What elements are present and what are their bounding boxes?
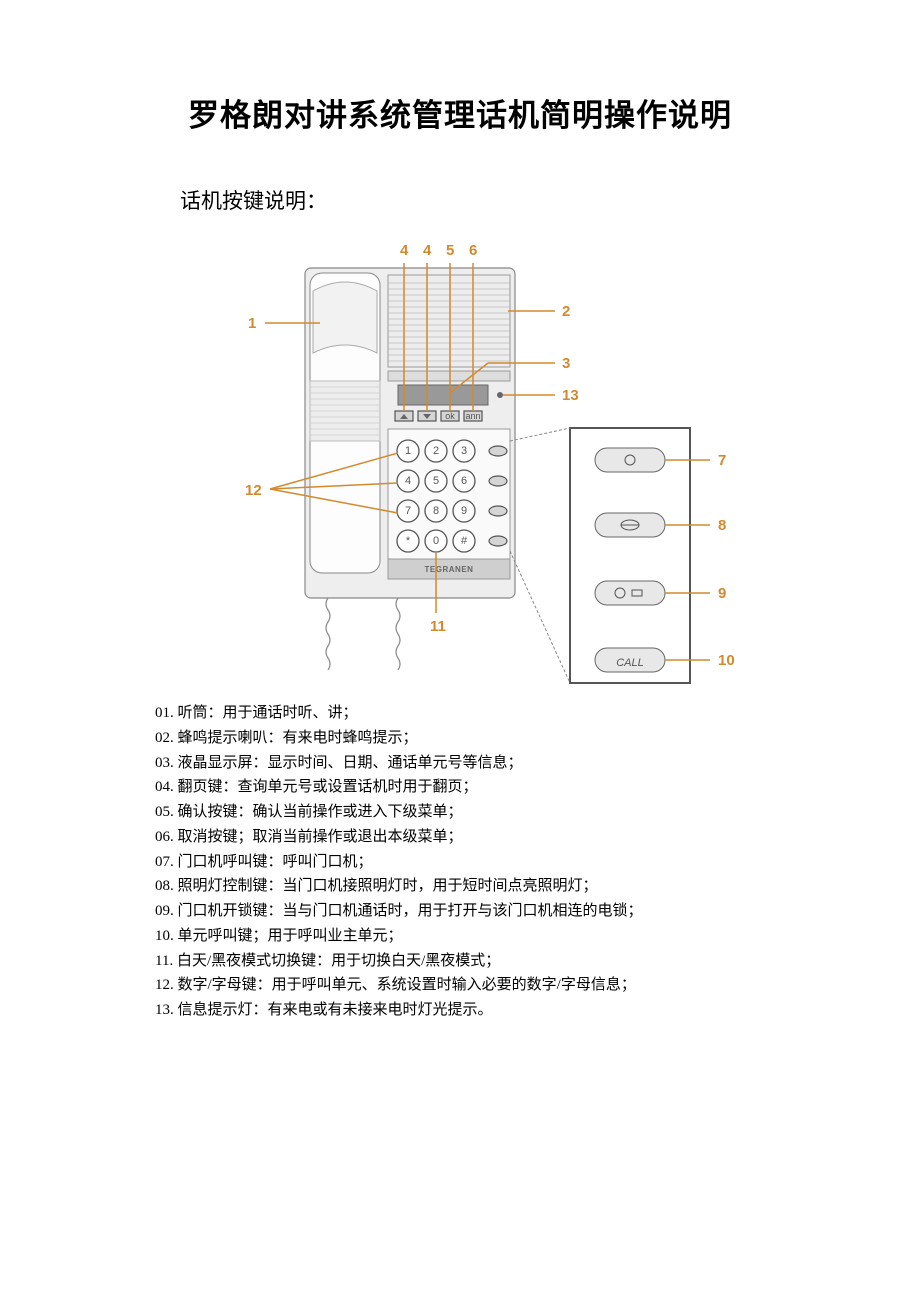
callout-9: 9 (718, 585, 726, 602)
callout-6: 6 (469, 242, 477, 259)
keypad-6: 6 (461, 475, 467, 487)
desc-09: 09. 门口机开锁键：当与门口机通话时，用于打开与该门口机相连的电锁； (155, 899, 810, 924)
keypad-0: 0 (433, 535, 439, 547)
desc-11: 11. 白天/黑夜模式切换键：用于切换白天/黑夜模式； (155, 949, 810, 974)
description-list: 01. 听筒：用于通话时听、讲； 02. 蜂鸣提示喇叭：有来电时蜂鸣提示； 03… (110, 701, 810, 1023)
callout-3: 3 (562, 355, 570, 372)
device-diagram: ok ann 1 2 3 4 (110, 233, 810, 693)
desc-12: 12. 数字/字母键：用于呼叫单元、系统设置时输入必要的数字/字母信息； (155, 973, 810, 998)
keypad-2: 2 (433, 445, 439, 457)
keypad-3: 3 (461, 445, 467, 457)
menu-ann-label: ann (465, 411, 480, 421)
menu-ok-label: ok (445, 411, 455, 421)
keypad-8: 8 (433, 505, 439, 517)
desc-05: 05. 确认按键：确认当前操作或进入下级菜单； (155, 800, 810, 825)
keypad-1: 1 (405, 445, 411, 457)
callout-4a: 4 (400, 242, 409, 259)
page-title: 罗格朗对讲系统管理话机简明操作说明 (110, 90, 810, 135)
callout-7: 7 (718, 452, 726, 469)
desc-08: 08. 照明灯控制键：当门口机接照明灯时，用于短时间点亮照明灯； (155, 874, 810, 899)
keypad-4: 4 (405, 475, 411, 487)
keypad-7: 7 (405, 505, 411, 517)
desc-04: 04. 翻页键：查询单元号或设置话机时用于翻页； (155, 775, 810, 800)
desc-01: 01. 听筒：用于通话时听、讲； (155, 701, 810, 726)
callout-8: 8 (718, 517, 726, 534)
desc-07: 07. 门口机呼叫键：呼叫门口机； (155, 850, 810, 875)
desc-03: 03. 液晶显示屏：显示时间、日期、通话单元号等信息； (155, 751, 810, 776)
keypad-5: 5 (433, 475, 439, 487)
desc-02: 02. 蜂鸣提示喇叭：有来电时蜂鸣提示； (155, 726, 810, 751)
desc-13: 13. 信息提示灯：有来电或有未接来电时灯光提示。 (155, 998, 810, 1023)
desc-06: 06. 取消按键；取消当前操作或退出本级菜单； (155, 825, 810, 850)
brand-label: TEGRANEN (425, 565, 474, 574)
callout-5: 5 (446, 242, 454, 259)
callout-4b: 4 (423, 242, 432, 259)
diagram-subheading: 话机按键说明： (180, 185, 810, 215)
callout-2: 2 (562, 303, 570, 320)
callout-1: 1 (248, 315, 256, 332)
callout-11: 11 (430, 618, 446, 635)
keypad-9: 9 (461, 505, 467, 517)
side-call-label: CALL (616, 657, 644, 669)
keypad-hash: # (461, 535, 468, 547)
callout-13: 13 (562, 387, 579, 404)
keypad-star: * (406, 535, 411, 547)
callout-12: 12 (245, 482, 262, 499)
callout-10: 10 (718, 652, 735, 669)
desc-10: 10. 单元呼叫键；用于呼叫业主单元； (155, 924, 810, 949)
